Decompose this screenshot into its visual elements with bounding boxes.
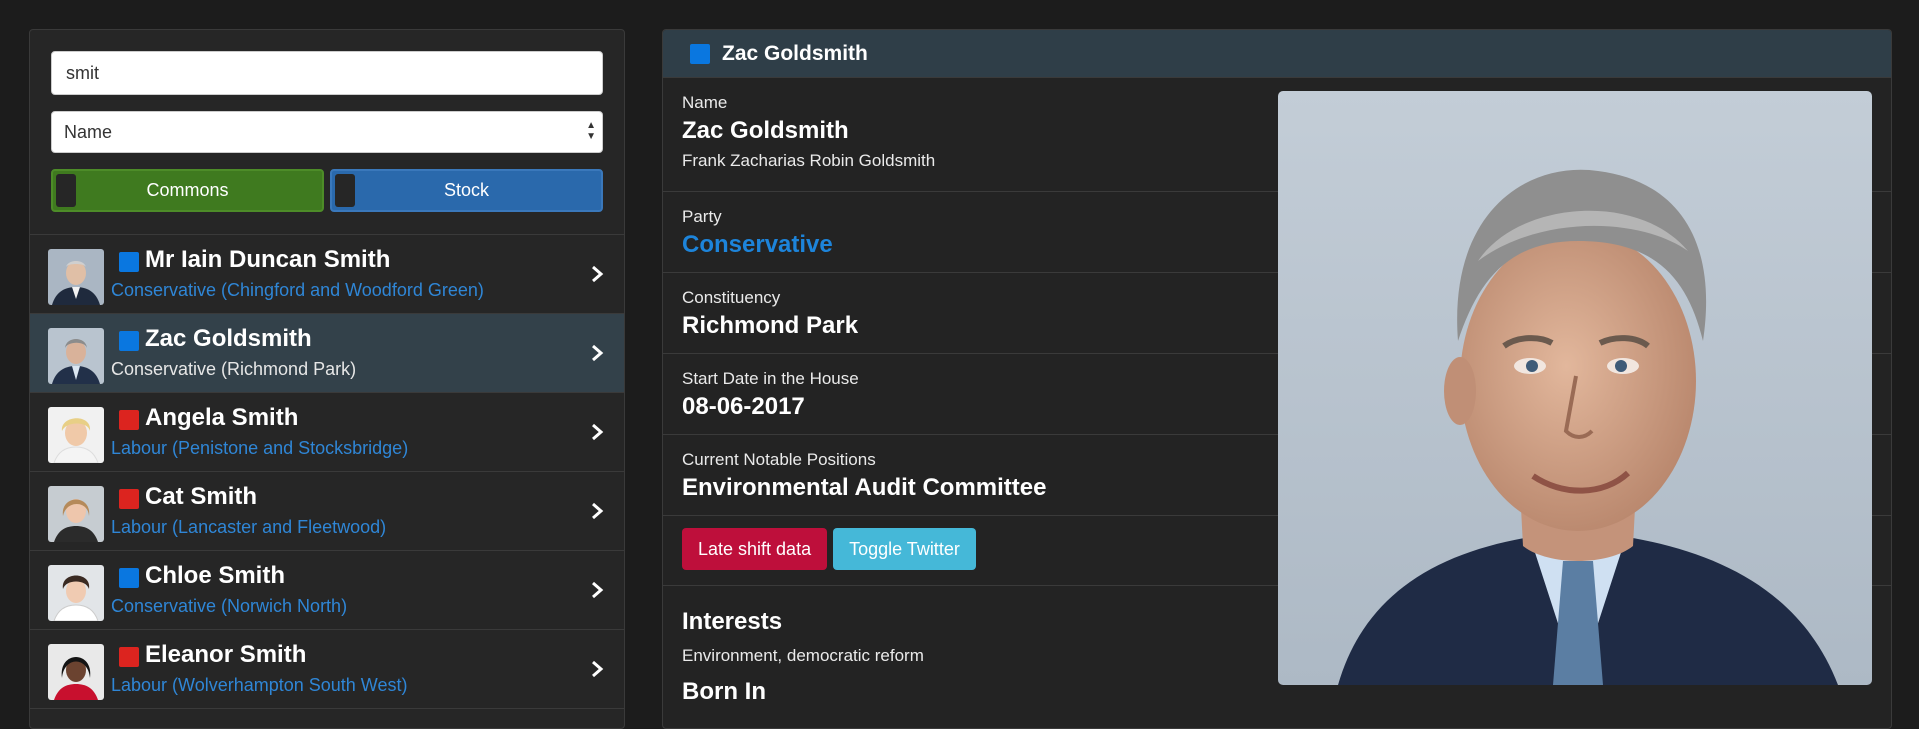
member-name: Zac Goldsmith: [145, 325, 312, 352]
party-color-square: [119, 568, 139, 588]
member-party-constituency: Labour (Lancaster and Fleetwood): [111, 517, 387, 537]
party-color-square: [119, 647, 139, 667]
chevron-right-icon: [592, 265, 604, 283]
avatar: [48, 407, 104, 463]
avatar: [48, 644, 104, 700]
member-party-constituency: Conservative (Chingford and Woodford Gre…: [111, 280, 484, 300]
member-list-item[interactable]: Angela Smith Labour (Penistone and Stock…: [30, 393, 624, 472]
filters: Name ▲▼ Commons Stock: [30, 30, 624, 234]
chevron-right-icon: [592, 423, 604, 441]
member-party-constituency: Conservative (Richmond Park): [111, 359, 357, 379]
member-party-constituency: Labour (Penistone and Stocksbridge): [111, 438, 409, 458]
member-name: Eleanor Smith: [145, 641, 307, 668]
member-party-constituency: Conservative (Norwich North): [111, 596, 348, 616]
party-color-square: [690, 43, 710, 64]
member-name: Angela Smith: [145, 404, 299, 431]
sort-select-value: Name: [64, 122, 113, 142]
member-party-constituency: Labour (Wolverhampton South West): [111, 675, 408, 695]
member-name: Cat Smith: [145, 483, 258, 510]
avatar: [48, 328, 104, 384]
party-color-square: [119, 331, 139, 351]
member-portrait: [1278, 91, 1872, 685]
member-list-item[interactable]: Eleanor Smith Labour (Wolverhampton Sout…: [30, 630, 624, 709]
member-list-item[interactable]: Cat Smith Labour (Lancaster and Fleetwoo…: [30, 472, 624, 551]
chevron-right-icon: [592, 344, 604, 362]
member-search-panel: Name ▲▼ Commons Stock: [29, 29, 625, 729]
avatar: [48, 486, 104, 542]
stock-toggle-label: Stock: [443, 180, 490, 200]
chevron-right-icon: [592, 660, 604, 678]
party-color-square: [119, 252, 139, 272]
commons-toggle[interactable]: Commons: [51, 169, 324, 212]
member-list: Mr Iain Duncan Smith Conservative (Ching…: [30, 234, 624, 709]
chevron-right-icon: [592, 581, 604, 599]
avatar: [48, 249, 104, 305]
member-name: Chloe Smith: [145, 562, 286, 589]
party-color-square: [119, 410, 139, 430]
detail-title: Zac Goldsmith: [722, 41, 868, 65]
toggle-knob: [335, 174, 355, 207]
member-name: Mr Iain Duncan Smith: [145, 246, 391, 273]
avatar: [48, 565, 104, 621]
late-shift-button[interactable]: Late shift data: [682, 528, 828, 570]
detail-header: Zac Goldsmith: [663, 30, 1891, 78]
member-list-item-selected[interactable]: Zac Goldsmith Conservative (Richmond Par…: [30, 314, 624, 393]
commons-toggle-label: Commons: [146, 180, 229, 200]
sort-select[interactable]: Name ▲ ▼: [51, 111, 603, 153]
toggle-knob: [56, 174, 76, 207]
party-color-square: [119, 489, 139, 509]
member-list-item[interactable]: Mr Iain Duncan Smith Conservative (Ching…: [30, 235, 624, 314]
chevron-right-icon: [592, 502, 604, 520]
select-arrows-icon: ▲ ▼: [586, 120, 596, 142]
stock-toggle[interactable]: Stock: [330, 169, 603, 212]
member-detail-panel: Zac Goldsmith Name Zac Goldsmith Frank Z…: [662, 29, 1892, 729]
member-list-item[interactable]: Chloe Smith Conservative (Norwich North): [30, 551, 624, 630]
search-input[interactable]: [51, 51, 603, 95]
toggle-twitter-button[interactable]: Toggle Twitter: [833, 528, 976, 570]
